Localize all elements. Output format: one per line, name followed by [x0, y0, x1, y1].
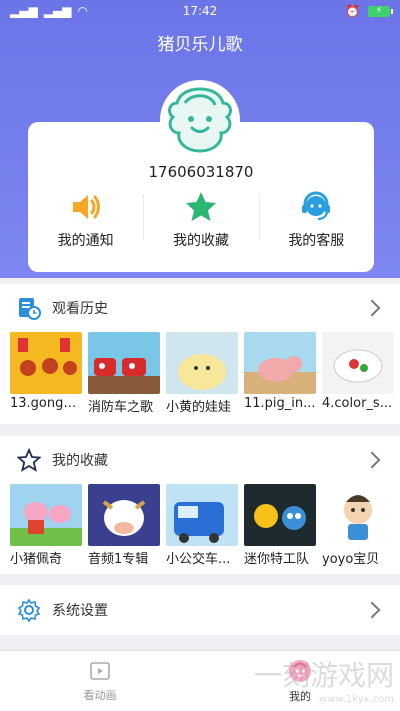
history-caption: 11.pig_in...	[244, 396, 316, 411]
video-thumbnail	[322, 484, 394, 546]
speaker-icon	[69, 190, 103, 224]
settings-title: 系统设置	[52, 603, 108, 619]
favorites-header[interactable]: 我的收藏	[0, 436, 400, 484]
watermark-url: www.1kyx.com	[319, 694, 394, 705]
favorite-item[interactable]: yoyo宝贝	[322, 484, 394, 567]
video-thumbnail	[244, 332, 316, 394]
app-title: 猪贝乐儿歌	[157, 35, 243, 55]
video-thumbnail	[166, 484, 238, 546]
favorite-caption: 音频1专辑	[88, 552, 149, 567]
video-thumbnail	[10, 332, 82, 394]
favorites-list: 小猪佩奇 音频1专辑 小公交车... 迷你特工队 yoyo宝贝	[0, 484, 400, 567]
favorite-caption: yoyo宝贝	[322, 552, 380, 567]
status-bar: ▂▄▆ ▂▄▆ ◠ 17:42 ⏰ ⚡	[0, 0, 400, 22]
watermark: 一刻游戏网 www.1kyx.com	[254, 654, 394, 705]
avatar[interactable]	[160, 80, 240, 160]
history-item[interactable]: 消防车之歌	[88, 332, 160, 415]
baby-face-icon	[168, 87, 232, 153]
status-time: 17:42	[182, 4, 218, 18]
history-list: 13.gongxi... 消防车之歌 小黄的娃娃 11.pig_in... 4.…	[0, 332, 400, 415]
chevron-right-icon[interactable]	[363, 299, 381, 317]
star-icon	[184, 190, 218, 224]
notifications-label: 我的通知	[57, 233, 114, 249]
favorite-item[interactable]: 音频1专辑	[88, 484, 160, 567]
favorite-caption: 小猪佩奇	[10, 552, 63, 567]
favorite-item[interactable]: 小猪佩奇	[10, 484, 82, 567]
history-item[interactable]: 11.pig_in...	[244, 332, 316, 415]
video-thumbnail	[244, 484, 316, 546]
favorites-title: 我的收藏	[52, 453, 108, 469]
settings-row[interactable]: 系统设置	[0, 585, 400, 635]
history-caption: 消防车之歌	[88, 400, 154, 415]
video-thumbnail	[88, 332, 160, 394]
headset-icon	[299, 190, 333, 224]
star-outline-icon	[16, 447, 42, 473]
history-section: 观看历史 13.gongxi... 消防车之歌 小黄的娃娃 11.pig_in.…	[0, 284, 400, 424]
history-caption: 小黄的娃娃	[166, 400, 232, 415]
gear-icon	[16, 597, 42, 623]
play-icon	[90, 662, 110, 680]
phone-number: 17606031870	[148, 163, 254, 181]
tab-label: 看动画	[83, 689, 117, 702]
tab-watch-cartoons[interactable]: 看动画	[0, 651, 200, 711]
history-icon	[16, 295, 42, 321]
history-caption: 13.gongxi...	[10, 396, 82, 411]
watermark-text: 一刻游戏网	[253, 659, 394, 692]
customer-service-label: 我的客服	[288, 233, 345, 249]
history-title: 观看历史	[52, 301, 108, 317]
history-item[interactable]: 4.color_s...	[322, 332, 394, 415]
favorite-item[interactable]: 小公交车...	[166, 484, 238, 567]
favorite-item[interactable]: 迷你特工队	[244, 484, 316, 567]
favorites-section: 我的收藏 小猪佩奇 音频1专辑 小公交车... 迷你特工队 yoyo宝贝	[0, 436, 400, 574]
favorites-button[interactable]: 我的收藏	[143, 190, 258, 260]
favorite-caption: 迷你特工队	[244, 552, 310, 567]
favorites-label: 我的收藏	[172, 233, 229, 249]
notifications-button[interactable]: 我的通知	[28, 190, 143, 260]
favorite-caption: 小公交车...	[166, 552, 231, 567]
video-thumbnail	[166, 332, 238, 394]
chevron-right-icon[interactable]	[363, 451, 381, 469]
video-thumbnail	[88, 484, 160, 546]
history-item[interactable]: 小黄的娃娃	[166, 332, 238, 415]
history-caption: 4.color_s...	[322, 396, 393, 411]
chevron-right-icon[interactable]	[363, 601, 381, 619]
history-item[interactable]: 13.gongxi...	[10, 332, 82, 415]
video-thumbnail	[10, 484, 82, 546]
quick-actions: 我的通知 我的收藏 我的客服	[28, 190, 374, 260]
customer-service-button[interactable]: 我的客服	[258, 190, 374, 260]
battery-icon: ⚡	[368, 5, 393, 17]
video-thumbnail	[322, 332, 394, 394]
history-header[interactable]: 观看历史	[0, 284, 400, 332]
